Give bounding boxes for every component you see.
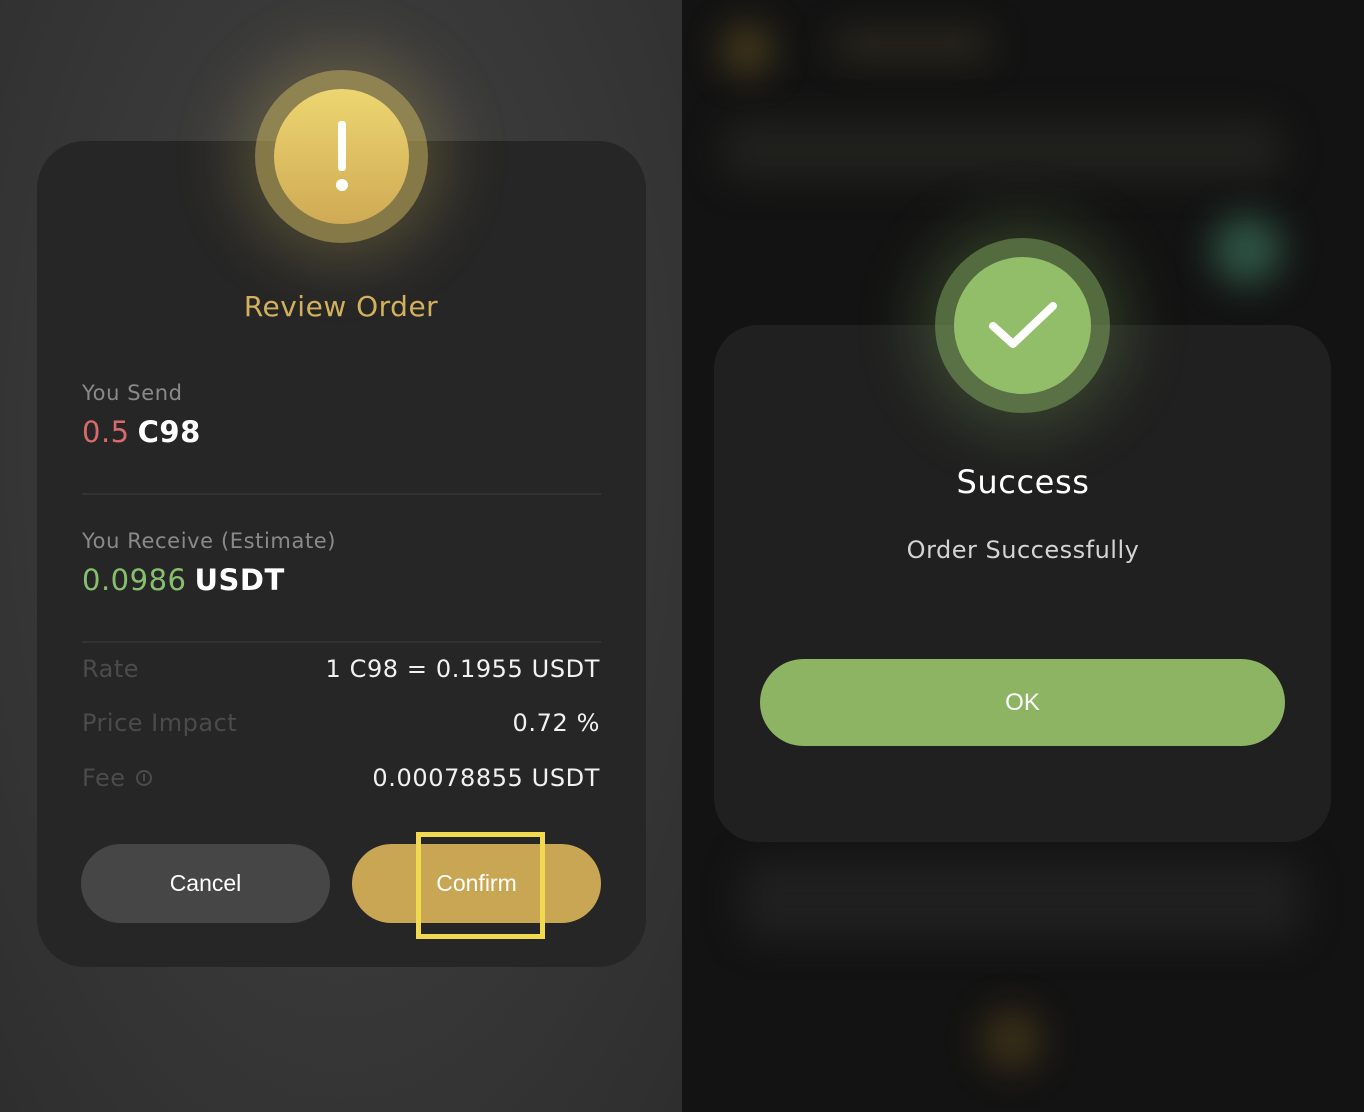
- fee-label: Fee: [82, 764, 126, 792]
- rate-value: 1 C98 = 0.1955 USDT: [325, 655, 600, 683]
- receive-amount: 0.0986: [82, 563, 187, 597]
- you-receive-label: You Receive (Estimate): [82, 529, 337, 553]
- background-blur: [742, 860, 1302, 940]
- info-icon[interactable]: [135, 770, 152, 786]
- rate-label: Rate: [82, 655, 140, 683]
- price-impact-label: Price Impact: [82, 709, 238, 737]
- send-amount: 0.5: [82, 415, 130, 449]
- checkmark-icon: [954, 257, 1091, 394]
- fee-value: 0.00078855 USDT: [372, 764, 600, 792]
- ok-button[interactable]: OK: [760, 659, 1285, 746]
- price-impact-value: 0.72 %: [512, 709, 600, 737]
- fee-row-label: Fee: [82, 764, 152, 792]
- background-blur: [982, 1010, 1042, 1070]
- review-order-title: Review Order: [243, 290, 439, 323]
- success-title: Success: [956, 463, 1090, 501]
- background-blur: [722, 25, 772, 75]
- receive-token: USDT: [194, 563, 285, 597]
- cancel-button[interactable]: Cancel: [81, 844, 330, 923]
- divider: [82, 493, 601, 495]
- you-send-label: You Send: [82, 381, 183, 405]
- success-message: Order Successfully: [906, 536, 1140, 564]
- send-amount-line: 0.5 C98: [82, 415, 201, 449]
- background-blur: [722, 120, 1282, 180]
- divider: [82, 641, 601, 643]
- background-blur: [832, 30, 992, 60]
- confirm-button[interactable]: Confirm: [352, 844, 601, 923]
- review-order-screen: Review Order You Send 0.5 C98 You Receive…: [0, 0, 682, 1112]
- background-blur: [1212, 215, 1282, 285]
- success-screen: Success Order Successfully OK: [682, 0, 1364, 1112]
- send-token: C98: [137, 415, 201, 449]
- exclamation-icon: [274, 89, 409, 224]
- receive-amount-line: 0.0986 USDT: [82, 563, 285, 597]
